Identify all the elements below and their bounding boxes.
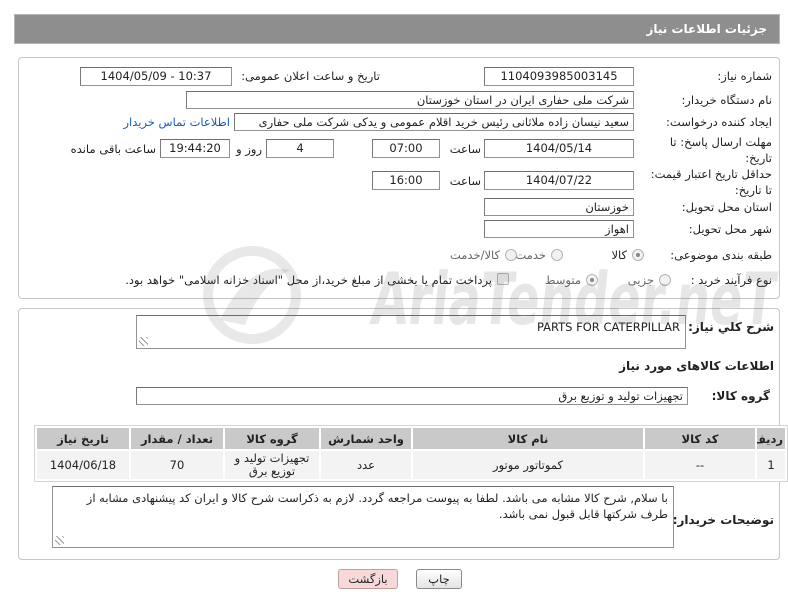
remaining-time-field: 19:44:20 — [160, 139, 230, 158]
category-goods-radio[interactable] — [632, 249, 644, 261]
cell-item-code: -- — [645, 451, 755, 479]
category-goods-service-label: کالا/خدمت — [449, 248, 500, 262]
process-minor-radio[interactable] — [659, 274, 671, 286]
cell-item-group: تجهیزات تولید و توزیع برق — [225, 451, 319, 479]
process-medium-label: متوسط — [544, 273, 581, 287]
price-validity-label-line1: حداقل تاریخ اعتبار قیمت: — [650, 167, 772, 181]
delivery-city-field: اهواز — [484, 220, 634, 238]
category-service-radio[interactable] — [551, 249, 563, 261]
remaining-time-label: ساعت باقی مانده — [70, 142, 156, 156]
process-type-label: نوع فرآیند خرید : — [690, 273, 772, 287]
requester-label: ایجاد کننده درخواست: — [666, 115, 772, 129]
process-minor-label: جزیی — [627, 273, 654, 287]
delivery-province-field: خوزستان — [484, 198, 634, 216]
price-validity-date-field: 1404/07/22 — [484, 171, 634, 190]
item-group-label: گروه کالا: — [711, 389, 770, 403]
category-label: طبقه بندی موضوعی: — [670, 248, 772, 262]
print-button[interactable]: چاپ — [416, 569, 462, 589]
cell-row-number: 1 — [757, 451, 785, 479]
resize-grip-icon[interactable] — [55, 536, 64, 545]
buyer-org-label: نام دستگاه خریدار: — [681, 93, 772, 107]
response-deadline-time-field: 07:00 — [372, 139, 440, 158]
resize-grip-icon[interactable] — [139, 337, 148, 346]
need-details-page: جزئیات اطلاعات نیاز شماره نیاز: 11040939… — [0, 0, 788, 606]
table-header-row: ردیف کد کالا نام کالا واحد شمارش گروه کا… — [37, 428, 785, 449]
cell-quantity: 70 — [131, 451, 223, 479]
col-header-item-group: گروه کالا — [225, 428, 319, 449]
header-bar: جزئیات اطلاعات نیاز — [14, 14, 780, 44]
cell-unit: عدد — [321, 451, 411, 479]
need-number-field: 1104093985003145 — [484, 67, 634, 86]
back-button[interactable]: بازگشت — [338, 569, 398, 589]
response-deadline-label-line1: مهلت ارسال پاسخ: تا — [669, 135, 772, 149]
remaining-days-field: 4 — [266, 139, 334, 158]
col-header-need-date: تاریخ نیاز — [37, 428, 129, 449]
price-validity-time-field: 16:00 — [372, 171, 440, 190]
treasury-payment-checkbox[interactable] — [497, 273, 509, 285]
requester-field: سعید نیسان زاده ملاثانی رئیس خرید اقلام … — [234, 113, 634, 131]
col-header-quantity: تعداد / مقدار — [131, 428, 223, 449]
buyer-contact-link[interactable]: اطلاعات تماس خریدار — [123, 114, 230, 130]
cell-item-name: کموتاتور موتور — [413, 451, 643, 479]
announce-datetime-field: 1404/05/09 - 10:37 — [80, 67, 232, 86]
need-summary-label: شرح کلي نياز: — [688, 320, 774, 334]
items-section-title: اطلاعات کالاهای مورد نیاز — [619, 359, 774, 373]
buyer-notes-text: با سلام, شرح کالا مشابه می باشد. لطفا به… — [86, 491, 668, 521]
process-medium-radio[interactable] — [586, 274, 598, 286]
table-row[interactable]: 1 -- کموتاتور موتور عدد تجهیزات تولید و … — [37, 451, 785, 479]
items-table: ردیف کد کالا نام کالا واحد شمارش گروه کا… — [34, 425, 788, 482]
category-goods-label: کالا — [611, 248, 627, 262]
response-deadline-time-label: ساعت — [449, 142, 481, 156]
delivery-province-label: استان محل تحویل: — [681, 200, 772, 214]
category-goods-service-radio[interactable] — [505, 249, 517, 261]
col-header-item-name: نام کالا — [413, 428, 643, 449]
price-validity-time-label: ساعت — [449, 174, 481, 188]
treasury-payment-label: پرداخت تمام یا بخشی از مبلغ خرید،از محل … — [125, 273, 492, 287]
category-service-label: خدمت — [515, 248, 546, 262]
page-title: جزئیات اطلاعات نیاز — [646, 22, 767, 36]
buyer-notes-textarea[interactable]: با سلام, شرح کالا مشابه می باشد. لطفا به… — [52, 486, 674, 548]
announce-datetime-label: تاریخ و ساعت اعلان عمومی: — [241, 69, 380, 83]
remaining-days-label: روز و — [236, 142, 262, 156]
need-summary-textarea[interactable]: PARTS FOR CATERPILLAR — [136, 315, 686, 349]
col-header-unit: واحد شمارش — [321, 428, 411, 449]
need-number-label: شماره نیاز: — [717, 69, 772, 83]
need-summary-text: PARTS FOR CATERPILLAR — [536, 320, 680, 334]
col-header-item-code: کد کالا — [645, 428, 755, 449]
delivery-city-label: شهر محل تحویل: — [688, 222, 772, 236]
col-header-row-number: ردیف — [757, 428, 785, 449]
response-deadline-label-line2: تاریخ: — [745, 151, 772, 165]
cell-need-date: 1404/06/18 — [37, 451, 129, 479]
buyer-notes-label: توضیحات خریدار: — [672, 513, 774, 527]
buyer-org-field: شرکت ملی حفاری ایران در استان خوزستان — [186, 91, 634, 109]
price-validity-label-line2: تا تاریخ: — [734, 183, 772, 197]
item-group-field: تجهیزات تولید و توزیع برق — [136, 387, 688, 405]
response-deadline-date-field: 1404/05/14 — [484, 139, 634, 158]
